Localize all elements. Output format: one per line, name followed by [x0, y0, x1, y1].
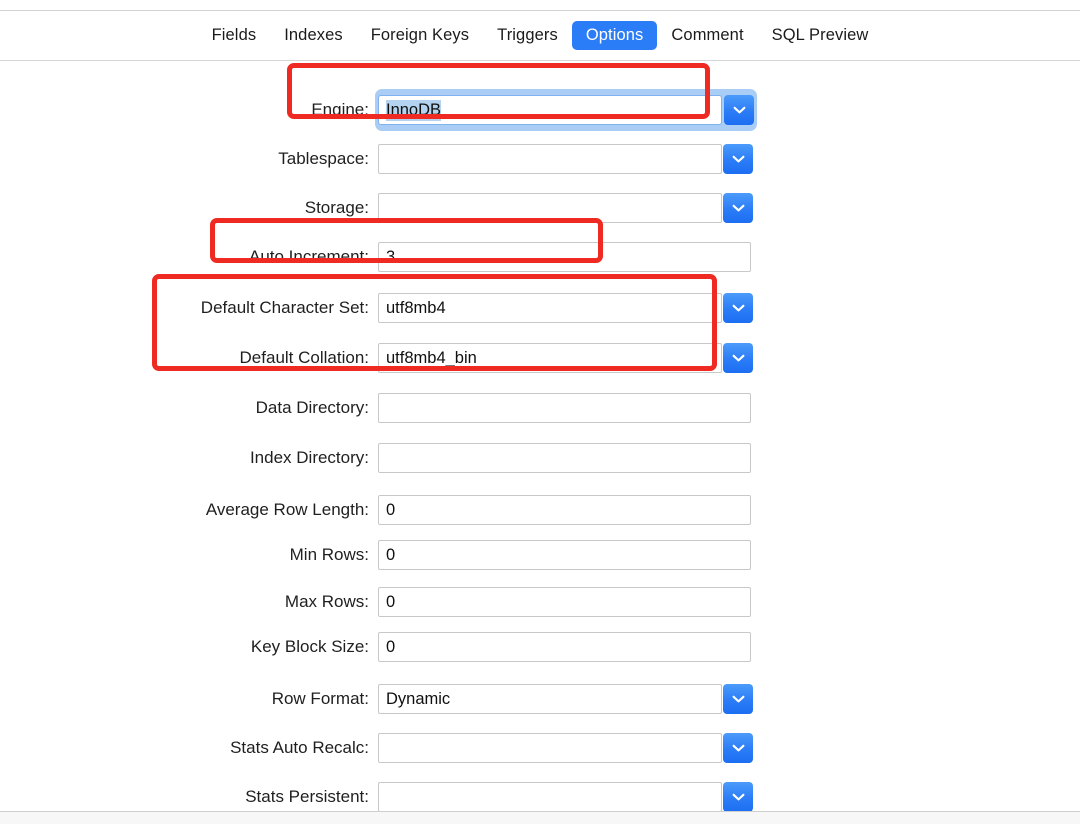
options-form: Engine: InnoDB Tablespace: Storage: Auto Inc…: [0, 61, 1080, 811]
combobox-stats-auto-recalc[interactable]: [378, 733, 753, 763]
value-tablespace[interactable]: [378, 144, 722, 174]
input-min-rows[interactable]: 0: [378, 540, 751, 570]
value-key-block-size[interactable]: 0: [378, 632, 751, 662]
tab-triggers[interactable]: Triggers: [483, 21, 572, 50]
input-auto-increment[interactable]: 3: [378, 242, 751, 272]
value-index-directory[interactable]: [378, 443, 751, 473]
combobox-row-format[interactable]: Dynamic: [378, 684, 753, 714]
label-average-row-length: Average Row Length:: [0, 500, 378, 520]
form-row-index-directory: Index Directory:: [0, 443, 1080, 473]
label-default-collation: Default Collation:: [0, 348, 378, 368]
input-key-block-size[interactable]: 0: [378, 632, 751, 662]
value-stats-auto-recalc[interactable]: [378, 733, 722, 763]
input-data-directory[interactable]: [378, 393, 751, 423]
form-row-tablespace: Tablespace:: [0, 144, 1080, 174]
combobox-tablespace[interactable]: [378, 144, 753, 174]
form-row-storage: Storage:: [0, 193, 1080, 223]
label-key-block-size: Key Block Size:: [0, 637, 378, 657]
label-min-rows: Min Rows:: [0, 545, 378, 565]
tab-foreign-keys[interactable]: Foreign Keys: [357, 21, 483, 50]
value-average-row-length[interactable]: 0: [378, 495, 751, 525]
form-row-average-row-length: Average Row Length:0: [0, 495, 1080, 525]
chevron-down-icon-storage[interactable]: [723, 193, 753, 223]
value-default-character-set[interactable]: utf8mb4: [378, 293, 722, 323]
chevron-down-icon-default-character-set[interactable]: [723, 293, 753, 323]
value-row-format[interactable]: Dynamic: [378, 684, 722, 714]
form-row-engine: Engine: InnoDB: [0, 95, 1080, 125]
form-row-min-rows: Min Rows:0: [0, 540, 1080, 570]
value-max-rows[interactable]: 0: [378, 587, 751, 617]
label-row-format: Row Format:: [0, 689, 378, 709]
footer-area: [0, 812, 1080, 824]
chevron-down-icon-stats-persistent[interactable]: [723, 782, 753, 812]
combobox-storage[interactable]: [378, 193, 753, 223]
value-min-rows[interactable]: 0: [378, 540, 751, 570]
tab-indexes[interactable]: Indexes: [270, 21, 357, 50]
form-row-stats-auto-recalc: Stats Auto Recalc:: [0, 733, 1080, 763]
combobox-stats-persistent[interactable]: [378, 782, 753, 812]
tab-fields[interactable]: Fields: [198, 21, 271, 50]
label-data-directory: Data Directory:: [0, 398, 378, 418]
combobox-default-collation[interactable]: utf8mb4_bin: [378, 343, 753, 373]
value-storage[interactable]: [378, 193, 722, 223]
label-index-directory: Index Directory:: [0, 448, 378, 468]
label-tablespace: Tablespace:: [0, 149, 378, 169]
value-stats-persistent[interactable]: [378, 782, 722, 812]
form-row-key-block-size: Key Block Size:0: [0, 632, 1080, 662]
tab-options[interactable]: Options: [572, 21, 658, 50]
value-default-collation[interactable]: utf8mb4_bin: [378, 343, 722, 373]
chevron-down-icon-engine[interactable]: [724, 95, 754, 125]
value-data-directory[interactable]: [378, 393, 751, 423]
chevron-down-icon-row-format[interactable]: [723, 684, 753, 714]
input-max-rows[interactable]: 0: [378, 587, 751, 617]
tab-bar: FieldsIndexesForeign KeysTriggersOptions…: [0, 11, 1080, 60]
form-row-default-character-set: Default Character Set:utf8mb4: [0, 293, 1080, 323]
label-storage: Storage:: [0, 198, 378, 218]
tab-sql-preview[interactable]: SQL Preview: [758, 21, 883, 50]
form-row-max-rows: Max Rows:0: [0, 587, 1080, 617]
label-stats-auto-recalc: Stats Auto Recalc:: [0, 738, 378, 758]
tab-comment[interactable]: Comment: [657, 21, 757, 50]
form-row-row-format: Row Format:Dynamic: [0, 684, 1080, 714]
input-average-row-length[interactable]: 0: [378, 495, 751, 525]
chevron-down-icon-tablespace[interactable]: [723, 144, 753, 174]
value-auto-increment[interactable]: 3: [378, 242, 751, 272]
form-row-auto-increment: Auto Increment:3: [0, 242, 1080, 272]
label-default-character-set: Default Character Set:: [0, 298, 378, 318]
form-row-default-collation: Default Collation:utf8mb4_bin: [0, 343, 1080, 373]
label-auto-increment: Auto Increment:: [0, 247, 378, 267]
chevron-down-icon-stats-auto-recalc[interactable]: [723, 733, 753, 763]
chevron-down-icon-default-collation[interactable]: [723, 343, 753, 373]
selected-text-engine: InnoDB: [386, 100, 441, 121]
label-stats-persistent: Stats Persistent:: [0, 787, 378, 807]
label-max-rows: Max Rows:: [0, 592, 378, 612]
form-row-data-directory: Data Directory:: [0, 393, 1080, 423]
form-row-stats-persistent: Stats Persistent:: [0, 782, 1080, 812]
input-index-directory[interactable]: [378, 443, 751, 473]
combobox-engine[interactable]: InnoDB: [375, 89, 757, 131]
combobox-default-character-set[interactable]: utf8mb4: [378, 293, 753, 323]
label-engine: Engine:: [0, 100, 378, 120]
value-engine[interactable]: InnoDB: [378, 95, 722, 125]
